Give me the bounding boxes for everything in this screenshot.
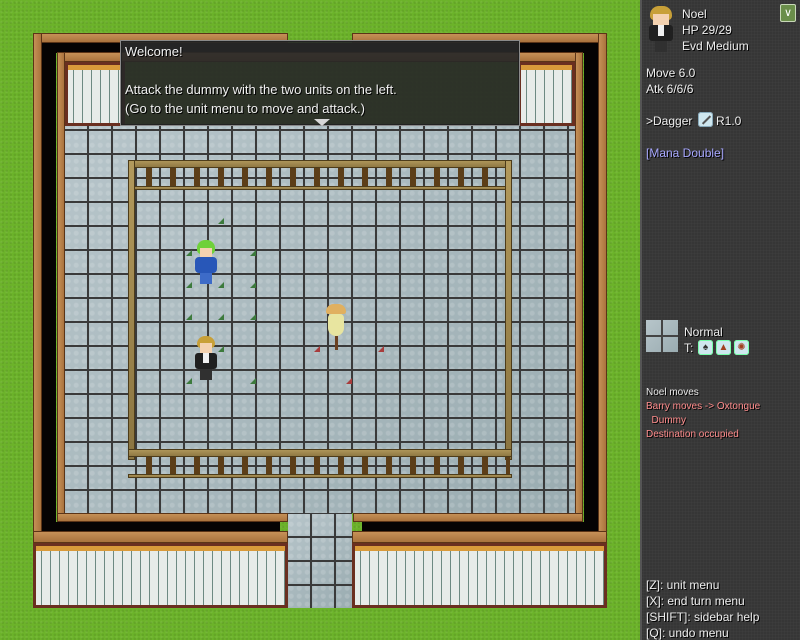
help-undo-menu: [Q]: undo menu <box>646 626 729 640</box>
move-range-marker <box>250 314 256 320</box>
chevron-down-icon[interactable]: ∨ <box>780 4 796 22</box>
outer-wall-right <box>598 33 607 543</box>
portrait-legs <box>655 41 667 52</box>
portrait-face <box>653 14 669 25</box>
help-end-turn-menu: [X]: end turn menu <box>646 594 745 608</box>
sidebar: Noel HP 29/29 Evd Medium ∨ Move 6.0 Atk … <box>640 0 800 640</box>
fence-left-rail <box>128 160 135 460</box>
dummy-hat <box>326 304 346 314</box>
wall-shadow-left <box>42 43 56 531</box>
fence-bottom-posts <box>136 457 510 475</box>
dummy-pole <box>335 336 338 350</box>
fence-bottom-rail <box>128 449 512 457</box>
stone-path-south[interactable] <box>288 513 352 608</box>
message-line-2: Attack the dummy with the two units on t… <box>125 82 397 97</box>
dagger-blade <box>701 115 712 125</box>
outer-wall-bottom-right <box>352 531 607 543</box>
inner-wall-bottom-right <box>353 513 583 522</box>
move-range-marker <box>218 314 224 320</box>
message-title: Welcome! <box>125 44 183 59</box>
shoji-panel-bottom-left <box>33 543 288 608</box>
attack-range-marker <box>346 378 352 384</box>
unit-attack: Atk 6/6/6 <box>646 82 694 96</box>
shoji-panel-top-left <box>65 62 125 126</box>
log-entry: Destination occupied <box>646 429 739 440</box>
unit-face <box>200 343 212 353</box>
help-unit-menu: [Z]: unit menu <box>646 578 720 592</box>
message-line-3: (Go to the unit menu to move and attack.… <box>125 101 365 116</box>
rubble-icon: ▲ <box>716 340 731 355</box>
unit-barry[interactable] <box>190 238 222 286</box>
unit-shirt <box>203 353 209 363</box>
unit-hp: HP 29/29 <box>682 23 732 37</box>
terrain-name: Normal <box>684 325 723 339</box>
log-entry: Barry moves -> Oxtongue <box>646 401 761 412</box>
fence-top-bottomrail <box>128 186 510 190</box>
burst-icon: ✺ <box>734 340 749 355</box>
fence-bottom-bottomrail <box>128 474 512 478</box>
message-dialog[interactable]: Welcome! Attack the dummy with the two u… <box>120 40 520 126</box>
unit-evasion: Evd Medium <box>682 39 749 53</box>
move-range-marker <box>186 314 192 320</box>
unit-legs <box>200 273 212 284</box>
unit-legs <box>200 369 212 380</box>
move-range-marker <box>250 250 256 256</box>
unit-portrait <box>648 4 674 52</box>
unit-name: Noel <box>682 7 707 21</box>
skill-label[interactable]: [Mana Double] <box>646 146 724 160</box>
down-triangle-icon[interactable] <box>314 119 330 126</box>
inner-wall-right <box>575 52 583 522</box>
unit-face <box>200 248 212 257</box>
log-entry: Dummy <box>646 415 686 426</box>
inner-wall-left <box>57 52 65 522</box>
outer-wall-left <box>33 33 42 543</box>
help-sidebar-help: [SHIFT]: sidebar help <box>646 610 760 624</box>
terrain-types-label: T: <box>684 341 694 355</box>
fence-top-rail <box>128 160 510 168</box>
move-range-marker <box>250 282 256 288</box>
unit-dummy[interactable] <box>320 302 352 350</box>
attack-range-marker <box>378 346 384 352</box>
weapon-range: R1.0 <box>716 114 742 128</box>
move-range-marker <box>250 378 256 384</box>
shovel-icon: ♠ <box>698 340 713 355</box>
terrain-tile-icon <box>646 320 678 352</box>
portrait-shirt <box>658 25 664 36</box>
unit-move: Move 6.0 <box>646 66 696 80</box>
game-map[interactable]: Welcome! Attack the dummy with the two u… <box>0 0 640 640</box>
inner-wall-bottom-left <box>57 513 288 522</box>
fence-right-rail <box>505 160 512 460</box>
weapon-label[interactable]: >Dagger <box>646 114 692 128</box>
dummy-body <box>328 314 344 336</box>
unit-noel[interactable] <box>190 334 222 382</box>
unit-body <box>195 257 217 273</box>
wall-shadow-right <box>584 43 598 531</box>
outer-wall-bottom-left <box>33 531 288 543</box>
shoji-panel-bottom-right <box>352 543 607 608</box>
dagger-icon <box>698 112 713 127</box>
fence-top-posts <box>136 168 510 188</box>
log-entry: Noel moves <box>646 387 699 398</box>
shoji-panel-top-right <box>518 62 575 126</box>
move-range-marker <box>218 218 224 224</box>
